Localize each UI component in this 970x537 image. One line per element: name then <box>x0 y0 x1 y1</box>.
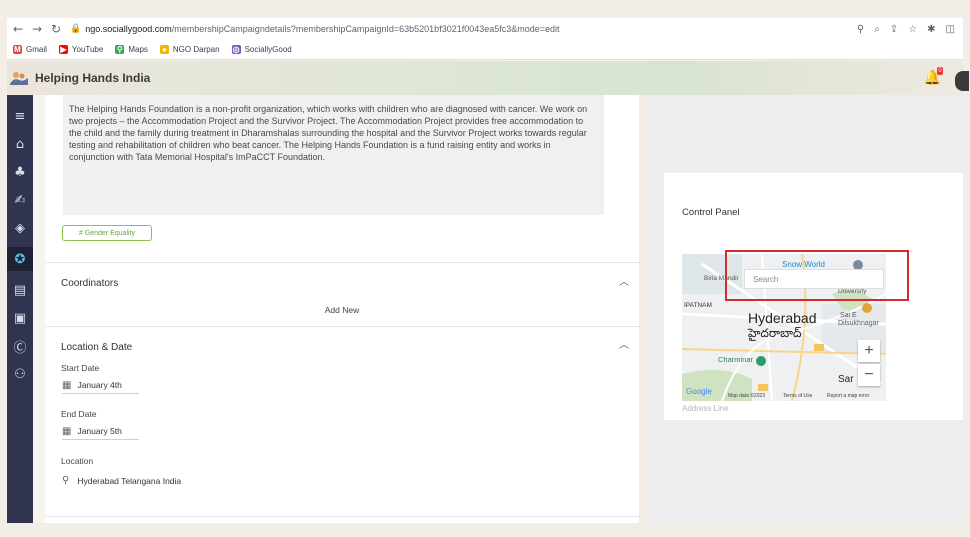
avatar[interactable] <box>955 71 969 91</box>
bookmark-icon: ● <box>159 45 169 54</box>
chevron-up-icon[interactable]: ︿ <box>619 336 629 351</box>
calendar-icon: ▦ <box>62 379 72 391</box>
map-label: Charminar <box>718 355 754 364</box>
zoom-icon[interactable]: ⌕ <box>874 24 880 35</box>
app-window: ← → ↻ 🔒 ngo.sociallygood.com/membershipC… <box>0 0 970 537</box>
bookmark-gmail[interactable]: M Gmail <box>13 45 47 54</box>
bookmark-sociallygood[interactable]: ◎ SociallyGood <box>231 45 292 54</box>
location-value: Hyderabad Telangana India <box>77 475 182 486</box>
url-path: /membershipCampaigndetails?membershipCam… <box>171 24 560 34</box>
sidepanel-icon[interactable]: ◫ <box>946 24 955 35</box>
csr-icon[interactable]: Ⓒ <box>11 337 29 356</box>
sidebar-gutter <box>33 95 45 523</box>
share-icon[interactable]: ⇪ <box>890 24 898 35</box>
tag-chip[interactable]: # Gender Equality <box>62 225 152 241</box>
calendar-icon: ▦ <box>62 425 72 437</box>
end-date-field[interactable]: ▦ January 5th <box>62 423 139 440</box>
bookmark-label: YouTube <box>71 45 104 54</box>
coordinators-title: Coordinators <box>61 278 119 289</box>
bookmark-icon: ⚲ <box>115 45 125 54</box>
app-title: Helping Hands India <box>35 71 151 85</box>
zoom-in-button[interactable]: + <box>858 340 880 362</box>
highlight-box <box>725 250 909 301</box>
star-icon[interactable]: ☆ <box>908 24 917 35</box>
map-label: Dilsukhnagar <box>838 320 879 327</box>
start-date-value: January 4th <box>77 380 122 390</box>
bookmark-label: Gmail <box>26 45 47 54</box>
award-icon[interactable]: ✪ <box>7 247 33 271</box>
url-host: ngo.sociallygood.com <box>85 24 172 34</box>
forward-icon[interactable]: → <box>29 21 45 37</box>
map-report-link[interactable]: Report a map error <box>827 393 869 399</box>
url-field[interactable]: 🔒 ngo.sociallygood.com/membershipCampaig… <box>70 24 857 34</box>
bookmark-label: NGO Darpan <box>172 45 220 54</box>
bookmark-icon: ▶ <box>58 45 68 54</box>
reload-icon[interactable]: ↻ <box>48 21 64 37</box>
bookmark-youtube[interactable]: ▶ YouTube <box>58 45 104 54</box>
bookmark-icon: M <box>13 45 22 54</box>
map-label: Sar <box>838 374 854 385</box>
donation-icon[interactable]: ✍ <box>11 191 29 209</box>
map-terms-link[interactable]: Terms of Use <box>783 393 812 399</box>
end-date-value: January 5th <box>77 426 122 436</box>
divider <box>45 326 639 327</box>
volunteer-icon[interactable]: ♣ <box>11 163 29 181</box>
map-label: Sai E <box>840 312 857 319</box>
sidebar: ≡ ⌂ ♣ ✍ ◈ ✪ ▤ ▣ Ⓒ ⚇ <box>7 95 33 523</box>
end-date-label: End Date <box>61 409 97 419</box>
control-panel-title: Control Panel <box>682 207 740 218</box>
notification-badge: 0 <box>937 67 943 75</box>
contacts-icon[interactable]: ▤ <box>11 281 29 299</box>
google-logo: Google <box>686 387 712 396</box>
address-line-input[interactable]: Address Line <box>682 404 729 413</box>
badge-icon[interactable]: ◈ <box>11 219 29 237</box>
campaign-description[interactable]: The Helping Hands Foundation is a non-pr… <box>63 95 604 215</box>
map-pin-icon: ⚲ <box>62 475 70 486</box>
divider <box>45 516 639 517</box>
helping-hands-logo <box>9 70 29 86</box>
bookmark-maps[interactable]: ⚲ Maps <box>115 45 148 54</box>
start-date-label: Start Date <box>61 363 100 373</box>
start-date-field[interactable]: ▦ January 4th <box>62 377 139 394</box>
extensions-icon[interactable]: ✱ <box>927 24 935 35</box>
location-date-title: Location & Date <box>61 342 133 353</box>
bookmark-icon: ◎ <box>231 45 241 54</box>
bookmark-label: Maps <box>128 45 148 54</box>
app-header: Helping Hands India 🔔 0 <box>7 61 969 95</box>
map-label: IPATNAM <box>684 302 712 309</box>
browser-address-bar: ← → ↻ 🔒 ngo.sociallygood.com/membershipC… <box>7 18 963 40</box>
back-icon[interactable]: ← <box>10 21 26 37</box>
zoom-out-button[interactable]: − <box>858 364 880 386</box>
location-icon[interactable]: ⚲ <box>857 24 864 35</box>
ngo-icon[interactable]: ▣ <box>11 309 29 327</box>
map-label: హైదరాబాద్ <box>748 326 802 340</box>
chevron-up-icon[interactable]: ︿ <box>619 273 629 288</box>
bookmark-ngo-darpan[interactable]: ● NGO Darpan <box>159 45 220 54</box>
lock-icon: 🔒 <box>70 24 82 34</box>
menu-icon[interactable]: ≡ <box>11 107 29 125</box>
campaign-details-panel: The Helping Hands Foundation is a non-pr… <box>45 95 639 523</box>
map-attribution: Map data ©2023 <box>728 393 766 399</box>
location-label: Location <box>61 456 94 466</box>
add-new-button[interactable]: Add New <box>45 305 639 315</box>
home-icon[interactable]: ⌂ <box>11 135 29 153</box>
bookmarks-bar: M Gmail ▶ YouTube ⚲ Maps ● NGO Darpan ◎ SociallyG… <box>7 40 963 60</box>
divider <box>45 262 639 263</box>
bookmark-label: SociallyGood <box>244 45 292 54</box>
map-label: Hyderabad <box>748 310 817 326</box>
people-icon[interactable]: ⚇ <box>11 365 29 383</box>
location-field[interactable]: ⚲ Hyderabad Telangana India <box>62 475 181 486</box>
